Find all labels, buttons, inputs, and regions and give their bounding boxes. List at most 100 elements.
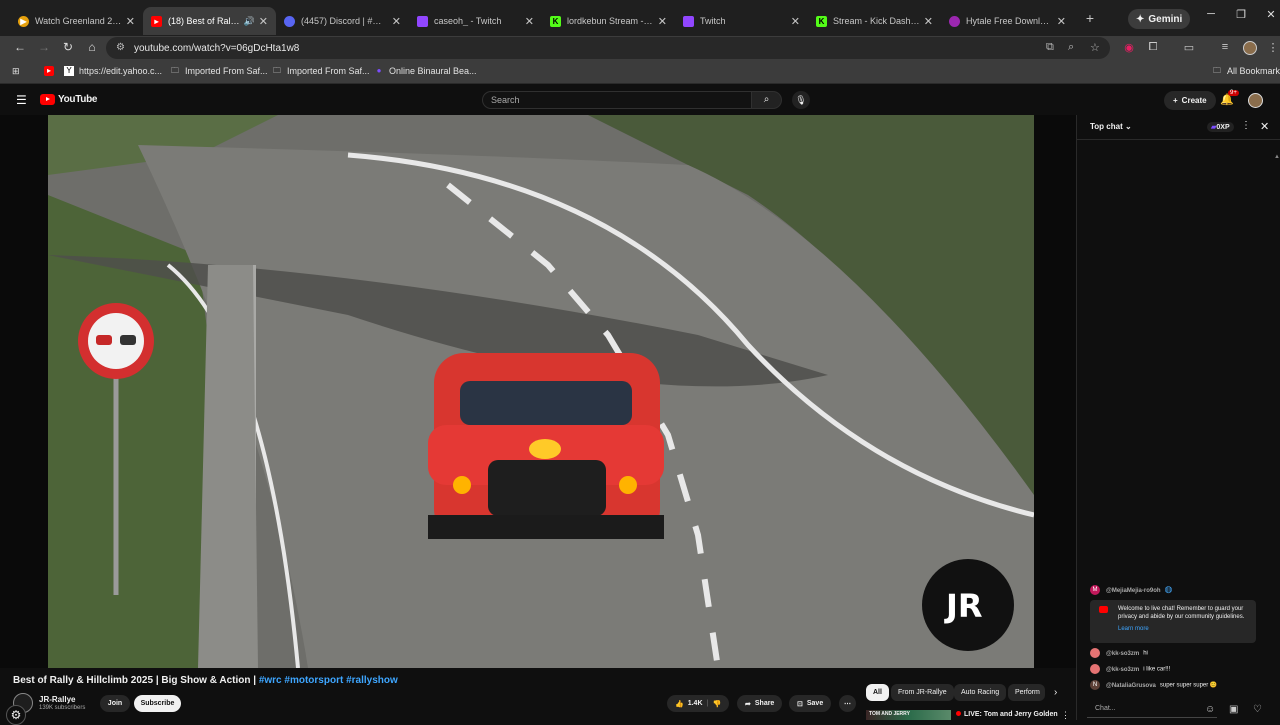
bookmark-yahoo[interactable]: Yhttps://edit.yahoo.c...	[64, 66, 162, 76]
learn-more-link[interactable]: Learn more	[1118, 625, 1250, 633]
all-bookmarks[interactable]: 🗀 All Bookmarks	[1212, 66, 1280, 76]
bookmark-folder[interactable]: 🗀 Imported From Saf...	[170, 66, 268, 76]
media-controls-icon[interactable]: ≡	[1218, 41, 1232, 53]
browser-tab[interactable]: Hytale Free Download ✕	[941, 7, 1074, 35]
chat-avatar[interactable]	[1090, 664, 1100, 674]
audio-playing-icon[interactable]: 🔊	[244, 16, 255, 27]
related-video[interactable]: TOM AND JERRY LIVE: Tom and Jerry Golden	[866, 710, 1066, 720]
forward-icon[interactable]: →	[36, 40, 52, 54]
chip-from-channel[interactable]: From JR-Rallye	[891, 684, 954, 701]
extension-icon[interactable]: ◉	[1122, 41, 1136, 54]
bookmark-youtube[interactable]: ▸	[44, 66, 54, 76]
search-input[interactable]: Search	[482, 91, 752, 109]
browser-tab[interactable]: K Stream - Kick Dashboa ✕	[808, 7, 941, 35]
notification-badge: 9+	[1228, 90, 1239, 96]
emoji-icon[interactable]: ☺	[1205, 704, 1215, 715]
create-button[interactable]: + Create	[1164, 91, 1216, 110]
address-bar[interactable]: ⚙ youtube.com/watch?v=06gDcHta1w8 ⧉ ⌕ ☆	[106, 37, 1110, 59]
subscribe-button[interactable]: Subscribe	[134, 695, 181, 712]
tab-title: Watch Greenland 2: Mig	[35, 16, 122, 26]
chip-auto-racing[interactable]: Auto Racing	[954, 684, 1007, 701]
more-actions-button[interactable]: ⋯	[839, 695, 856, 712]
browser-tab-bar: ▶ Watch Greenland 2: Mig ✕ ▸ (18) Best of R…	[0, 0, 1280, 36]
chat-more-icon[interactable]: ⋮	[1241, 120, 1251, 131]
like-count[interactable]: 1.4K	[688, 700, 703, 707]
related-video-thumbnail[interactable]: TOM AND JERRY	[866, 710, 951, 720]
video-hashtags[interactable]: #wrc #motorsport #rallyshow	[259, 675, 398, 686]
chat-author[interactable]: @kk-so3zm	[1106, 651, 1139, 657]
video-player[interactable]: JR	[48, 115, 1034, 668]
like-dislike-group: 👍 1.4K | 👎	[667, 695, 730, 712]
apps-icon[interactable]: ⊞	[12, 66, 20, 77]
channel-name[interactable]: JR-Rallye	[39, 695, 75, 704]
browser-tab[interactable]: Twitch ✕	[675, 7, 808, 35]
chat-author[interactable]: @MejiaMejia-ro9oh	[1106, 588, 1161, 594]
more-options-icon[interactable]: ⋮	[1061, 710, 1070, 721]
browser-tab-active[interactable]: ▸ (18) Best of Rally & H 🔊 ✕	[143, 7, 276, 35]
bookmark-star-icon[interactable]: ☆	[1090, 41, 1100, 54]
bookmark-binaural[interactable]: ● Online Binaural Bea...	[374, 66, 477, 76]
related-video-title[interactable]: LIVE: Tom and Jerry Golden	[956, 711, 1058, 718]
heart-icon[interactable]: ♡	[1253, 704, 1262, 715]
dislike-icon[interactable]: 👎	[712, 700, 721, 708]
close-tab-icon[interactable]: ✕	[924, 15, 933, 28]
chat-mode-dropdown[interactable]: Top chat ⌄	[1090, 122, 1132, 131]
share-button[interactable]: ➦ Share	[737, 695, 783, 712]
chat-avatar[interactable]: M	[1090, 585, 1100, 596]
settings-gear-icon[interactable]: ⚙	[6, 705, 26, 725]
like-icon[interactable]: 👍	[675, 700, 684, 708]
browser-tab[interactable]: caseoh_ - Twitch ✕	[409, 7, 542, 35]
chat-avatar[interactable]	[1090, 648, 1100, 658]
youtube-header: ☰ YouTube Search ⌕ 🎙 + Create 🔔 9+	[0, 85, 1280, 115]
chip-all[interactable]: All	[866, 684, 889, 701]
voice-search-icon[interactable]: 🎙	[792, 91, 810, 109]
reload-icon[interactable]: ↻	[60, 40, 76, 54]
new-tab-button[interactable]: +	[1080, 10, 1100, 26]
zoom-icon[interactable]: ⌕	[1068, 41, 1074, 54]
chat-scrollbar[interactable]: ▲	[1274, 145, 1280, 685]
browser-tab[interactable]: Klordkebun Stream - Wa ✕	[542, 7, 675, 35]
youtube-logo[interactable]: YouTube	[40, 94, 98, 105]
close-tab-icon[interactable]: ✕	[658, 15, 667, 28]
chat-avatar[interactable]: N	[1090, 680, 1100, 690]
search-button[interactable]: ⌕	[752, 91, 782, 109]
save-button[interactable]: ⊡ Save	[789, 695, 832, 712]
hamburger-menu-icon[interactable]: ☰	[16, 93, 27, 107]
chat-author[interactable]: @kk-so3zm	[1106, 667, 1139, 673]
split-view-icon[interactable]: ▭	[1182, 41, 1196, 54]
close-tab-icon[interactable]: ✕	[791, 15, 800, 28]
close-chat-icon[interactable]: ✕	[1260, 120, 1269, 133]
super-chat-icon[interactable]: ▣	[1229, 704, 1238, 715]
maximize-icon[interactable]: ❐	[1231, 8, 1251, 21]
browser-tab[interactable]: (4457) Discord | #📺💬 ✕	[276, 7, 409, 35]
gemini-button[interactable]: ✦ Gemini	[1128, 9, 1191, 29]
scroll-up-icon[interactable]: ▲	[1274, 154, 1280, 160]
profile-avatar[interactable]	[1243, 41, 1257, 55]
create-label: Create	[1181, 96, 1207, 105]
close-tab-icon[interactable]: ✕	[259, 15, 268, 28]
account-avatar[interactable]	[1248, 93, 1263, 108]
minimize-icon[interactable]: ─	[1201, 8, 1221, 20]
join-button[interactable]: Join	[100, 695, 130, 712]
browser-menu-icon[interactable]: ⋮	[1266, 41, 1280, 54]
home-icon[interactable]: ⌂	[84, 40, 100, 54]
chip-performance[interactable]: Perform	[1008, 684, 1045, 701]
extensions-puzzle-icon[interactable]: ⧠	[1146, 41, 1160, 54]
close-tab-icon[interactable]: ✕	[525, 15, 534, 28]
site-info-icon[interactable]: ⚙	[116, 42, 125, 53]
chat-author[interactable]: @NataliaGrusova	[1106, 683, 1156, 689]
close-tab-icon[interactable]: ✕	[392, 15, 401, 28]
chevron-right-icon[interactable]: ›	[1054, 687, 1057, 698]
bookmark-folder[interactable]: 🗀 Imported From Saf...	[272, 66, 370, 76]
xp-badge[interactable]: ▰0XP	[1207, 122, 1234, 132]
install-app-icon[interactable]: ⧉	[1046, 41, 1054, 54]
search-icon: ⌕	[763, 94, 770, 105]
chat-message: @kk-so3zm i like car!!!	[1090, 664, 1170, 674]
player-right-margin	[1034, 115, 1076, 668]
back-icon[interactable]: ←	[12, 40, 28, 54]
close-tab-icon[interactable]: ✕	[126, 15, 135, 28]
close-window-icon[interactable]: ✕	[1261, 8, 1280, 21]
chat-input[interactable]: Chat...	[1087, 702, 1217, 718]
browser-tab[interactable]: ▶ Watch Greenland 2: Mig ✕	[10, 7, 143, 35]
close-tab-icon[interactable]: ✕	[1057, 15, 1066, 28]
